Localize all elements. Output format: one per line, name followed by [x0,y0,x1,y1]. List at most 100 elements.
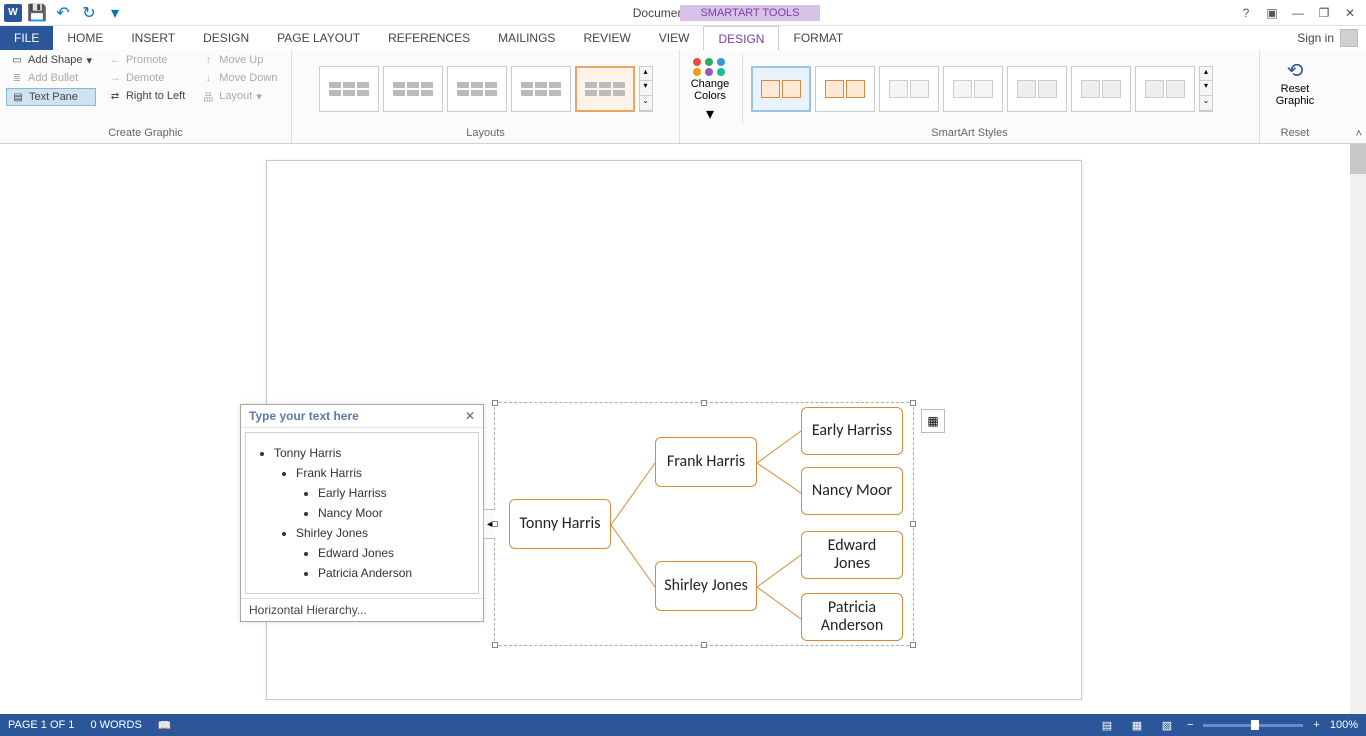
layouts-scroll[interactable]: ▴▾⌄ [639,66,653,112]
textpane-item[interactable]: Frank Harris [296,463,468,483]
status-page[interactable]: PAGE 1 OF 1 [8,719,74,731]
change-colors-button[interactable]: Change Colors▾ [686,54,734,124]
gallery-more-icon[interactable]: ⌄ [640,96,652,111]
tab-design[interactable]: DESIGN [189,26,263,50]
layout-thumb-5-selected[interactable] [575,66,635,112]
add-shape-button[interactable]: ▭Add Shape▾ [6,52,96,68]
textpane-item-root[interactable]: Tonny Harris [274,443,468,463]
group-layouts: ▴▾⌄ Layouts [292,50,680,143]
resize-handle[interactable] [701,642,707,648]
textpane-item[interactable]: Shirley Jones [296,523,468,543]
style-thumb-3[interactable] [879,66,939,112]
group-reset: ⟲ Reset Graphic Reset [1260,50,1330,143]
gallery-up-icon[interactable]: ▴ [640,67,652,82]
save-button[interactable]: 💾 [26,2,48,24]
gallery-down-icon[interactable]: ▾ [640,81,652,96]
gallery-down-icon[interactable]: ▾ [1200,81,1212,96]
text-pane-close-button[interactable]: ✕ [465,409,475,423]
zoom-slider[interactable] [1203,724,1303,727]
collapse-ribbon-button[interactable]: ˄ [1356,128,1362,140]
layout-options-button[interactable]: ▦ [921,409,945,433]
zoom-out-button[interactable]: − [1187,719,1193,731]
style-thumb-4[interactable] [943,66,1003,112]
tab-view[interactable]: VIEW [645,26,704,50]
tab-mailings[interactable]: MAILINGS [484,26,569,50]
view-print-layout[interactable]: ▦ [1127,717,1147,733]
sa-node-l2b[interactable]: Shirley Jones [655,561,757,611]
avatar-icon [1340,29,1358,47]
gallery-more-icon[interactable]: ⌄ [1200,96,1212,111]
layout-thumb-2[interactable] [383,66,443,112]
textpane-item[interactable]: Early Harriss [318,483,468,503]
resize-handle[interactable] [910,521,916,527]
minimize-button[interactable]: — [1290,5,1306,21]
sa-node-root[interactable]: Tonny Harris [509,499,611,549]
demote-button[interactable]: →Demote [104,70,189,86]
tab-file[interactable]: FILE [0,26,53,50]
layout-button[interactable]: 品Layout▾ [197,88,281,104]
sign-in[interactable]: Sign in [1289,26,1366,50]
textpane-item[interactable]: Nancy Moor [318,503,468,523]
text-pane-body[interactable]: Tonny Harris Frank Harris Early Harriss … [248,437,476,589]
resize-handle[interactable] [910,400,916,406]
smartart-canvas[interactable]: ◂ ▦ Tonny Harris Frank Harris Shirley Jo… [494,402,914,646]
group-smartart-styles: Change Colors▾ ▴▾⌄ SmartArt Styles [680,50,1260,143]
resize-handle[interactable] [492,400,498,406]
reset-icon: ⟲ [1287,58,1304,83]
redo-button[interactable]: ↻ [78,2,100,24]
sa-node-l3b[interactable]: Nancy Moor [801,467,903,515]
sa-node-l2a[interactable]: Frank Harris [655,437,757,487]
tab-smartart-design[interactable]: DESIGN [703,26,779,50]
spellcheck-icon[interactable]: 📖 [158,719,172,732]
layout-thumb-1[interactable] [319,66,379,112]
view-web-layout[interactable]: ▨ [1157,717,1177,733]
tab-home[interactable]: HOME [53,26,117,50]
resize-handle[interactable] [910,642,916,648]
add-bullet-button[interactable]: ≣Add Bullet [6,70,96,86]
zoom-slider-knob[interactable] [1251,720,1259,730]
sa-node-l3d[interactable]: Patricia Anderson [801,593,903,641]
zoom-in-button[interactable]: + [1313,719,1319,731]
gallery-up-icon[interactable]: ▴ [1200,67,1212,82]
move-up-button[interactable]: ↑Move Up [197,52,281,68]
tab-references[interactable]: REFERENCES [374,26,484,50]
reset-graphic-button[interactable]: ⟲ Reset Graphic [1269,52,1321,125]
scrollbar-thumb[interactable] [1350,144,1366,174]
layout-thumb-4[interactable] [511,66,571,112]
style-thumb-5[interactable] [1007,66,1067,112]
text-pane-icon: ▤ [11,90,25,104]
vertical-scrollbar[interactable] [1350,144,1366,714]
close-button[interactable]: ✕ [1342,5,1358,21]
sa-node-l3c[interactable]: Edward Jones [801,531,903,579]
style-thumb-6[interactable] [1071,66,1131,112]
text-pane: Type your text here ✕ Tonny Harris Frank… [240,404,484,622]
style-thumb-1-selected[interactable] [751,66,811,112]
style-thumb-7[interactable] [1135,66,1195,112]
move-down-button[interactable]: ↓Move Down [197,70,281,86]
resize-handle[interactable] [701,400,707,406]
text-pane-button[interactable]: ▤Text Pane [6,88,96,106]
tab-review[interactable]: REVIEW [569,26,644,50]
style-thumb-2[interactable] [815,66,875,112]
resize-handle[interactable] [492,642,498,648]
zoom-level[interactable]: 100% [1330,719,1358,731]
layout-thumb-3[interactable] [447,66,507,112]
status-words[interactable]: 0 WORDS [90,719,141,731]
tab-page-layout[interactable]: PAGE LAYOUT [263,26,374,50]
sa-node-l3a[interactable]: Early Harriss [801,407,903,455]
resize-handle[interactable] [492,521,498,527]
reset-graphic-label: Reset Graphic [1269,83,1321,107]
ribbon-display-options[interactable]: ▣ [1264,5,1280,21]
qat-dropdown[interactable]: ▾ [104,2,126,24]
tab-smartart-format[interactable]: FORMAT [779,26,857,50]
styles-scroll[interactable]: ▴▾⌄ [1199,66,1213,112]
tab-insert[interactable]: INSERT [117,26,189,50]
promote-button[interactable]: ←Promote [104,52,189,68]
help-button[interactable]: ? [1238,5,1254,21]
restore-button[interactable]: ❐ [1316,5,1332,21]
view-read-mode[interactable]: ▤ [1097,717,1117,733]
undo-button[interactable]: ↶ [52,2,74,24]
textpane-item[interactable]: Patricia Anderson [318,563,468,583]
textpane-item[interactable]: Edward Jones [318,543,468,563]
right-to-left-button[interactable]: ⇄Right to Left [104,88,189,104]
